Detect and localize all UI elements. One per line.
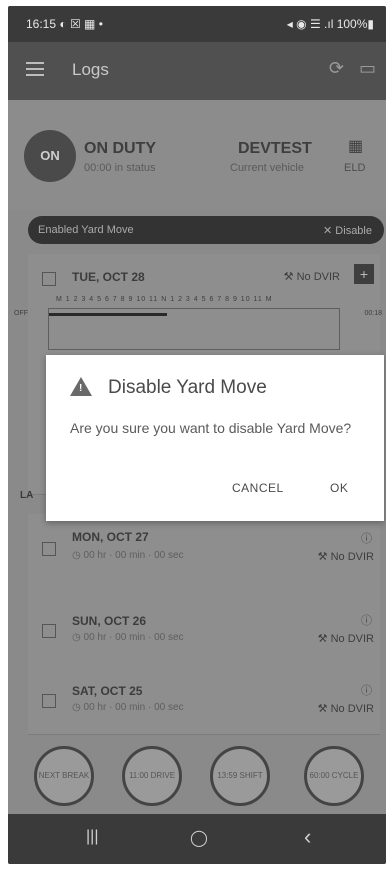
dvir-status: ⚒ No DVIR bbox=[283, 271, 340, 283]
menu-icon[interactable] bbox=[26, 62, 44, 76]
day-title: MON, OCT 27 bbox=[72, 530, 149, 544]
day-checkbox[interactable] bbox=[42, 272, 56, 286]
day-title: TUE, OCT 28 bbox=[72, 270, 145, 284]
wrench-icon: ⚒ bbox=[317, 703, 331, 715]
ok-button[interactable]: OK bbox=[330, 481, 348, 495]
day-title: SAT, OCT 25 bbox=[72, 684, 143, 698]
graph-off-label: OFF bbox=[14, 310, 28, 317]
wrench-icon: ⚒ bbox=[317, 633, 331, 645]
day-duration: ◷ 00 hr · 00 min · 00 sec bbox=[72, 632, 184, 643]
add-dvir-icon[interactable]: + bbox=[354, 264, 374, 284]
dialog-message: Are you sure you want to disable Yard Mo… bbox=[70, 420, 352, 436]
day-card[interactable]: MON, OCT 27 ◷ 00 hr · 00 min · 00 sec ⓘ … bbox=[28, 514, 380, 595]
wrench-icon: ⚒ bbox=[283, 271, 297, 283]
dvir-status: ⚒ No DVIR bbox=[317, 551, 374, 563]
yard-move-status: Enabled Yard Move bbox=[38, 224, 134, 236]
yard-move-bar: Enabled Yard Move ✕ Disable bbox=[28, 216, 384, 244]
wrench-icon: ⚒ bbox=[317, 551, 331, 563]
duty-status-header: ON ON DUTY 00:00 in status DEVTEST Curre… bbox=[8, 100, 386, 210]
next-break-timer[interactable]: NEXT BREAK bbox=[34, 746, 94, 806]
dialog-title: Disable Yard Move bbox=[108, 377, 267, 398]
recents-button[interactable]: ||| bbox=[86, 828, 98, 846]
app-bar: Logs ⟳ ▭ bbox=[8, 42, 386, 100]
status-time: 16:15 ◐ ☒ ▦ • bbox=[26, 17, 103, 31]
home-button[interactable]: ◯ bbox=[190, 828, 208, 848]
day-checkbox[interactable] bbox=[42, 624, 56, 638]
dvir-status: ⚒ No DVIR bbox=[317, 703, 374, 715]
day-title: SUN, OCT 26 bbox=[72, 614, 147, 628]
vehicle-label: Current vehicle bbox=[230, 162, 304, 174]
page-title: Logs bbox=[72, 60, 109, 79]
status-icons: ◂ ◉ ☰ .ıl 100%▮ bbox=[286, 17, 374, 31]
day-card[interactable]: SAT, OCT 25 ◷ 00 hr · 00 min · 00 sec ⓘ … bbox=[28, 664, 380, 735]
inbox-icon[interactable]: ▭ bbox=[359, 58, 376, 79]
eld-label: ELD bbox=[344, 162, 366, 174]
disable-yard-move-button[interactable]: ✕ Disable bbox=[323, 224, 372, 237]
drive-timer[interactable]: 11:00 DRIVE bbox=[122, 746, 182, 806]
day-duration: ◷ 00 hr · 00 min · 00 sec bbox=[72, 550, 184, 561]
system-nav-bar: ||| ◯ ‹ bbox=[8, 814, 386, 864]
dvir-status: ⚒ No DVIR bbox=[317, 633, 374, 645]
eld-icon[interactable]: ▦ bbox=[348, 136, 363, 156]
back-button[interactable]: ‹ bbox=[304, 824, 311, 850]
info-icon[interactable]: ⓘ bbox=[361, 682, 372, 698]
phone-screen: 16:15 ◐ ☒ ▦ • ◂ ◉ ☰ .ıl 100%▮ Logs ⟳ ▭ O… bbox=[8, 6, 386, 864]
duty-status-name: ON DUTY bbox=[84, 140, 156, 157]
day-checkbox[interactable] bbox=[42, 694, 56, 708]
day-duration: ◷ 00 hr · 00 min · 00 sec bbox=[72, 702, 184, 713]
status-bar: 16:15 ◐ ☒ ▦ • ◂ ◉ ☰ .ıl 100%▮ bbox=[8, 6, 386, 42]
duty-graph bbox=[48, 308, 340, 350]
day-card[interactable]: SUN, OCT 26 ◷ 00 hr · 00 min · 00 sec ⓘ … bbox=[28, 594, 380, 665]
info-icon[interactable]: ⓘ bbox=[361, 530, 372, 546]
duty-status-time: 00:00 in status bbox=[84, 162, 156, 174]
graph-off-duty-line bbox=[49, 313, 167, 316]
sync-icon[interactable]: ⟳ bbox=[329, 58, 344, 79]
graph-hour-labels: M 1 2 3 4 5 6 7 8 9 10 11 N 1 2 3 4 5 6 … bbox=[56, 296, 273, 303]
cycle-timer[interactable]: 60:00 CYCLE bbox=[304, 746, 364, 806]
duty-status-badge[interactable]: ON bbox=[24, 130, 76, 182]
graph-total: 00:18 bbox=[364, 310, 382, 317]
cancel-button[interactable]: CANCEL bbox=[232, 481, 284, 495]
day-checkbox[interactable] bbox=[42, 542, 56, 556]
hidden-label: LA bbox=[20, 490, 34, 501]
shift-timer[interactable]: 13:59 SHIFT bbox=[210, 746, 270, 806]
info-icon[interactable]: ⓘ bbox=[361, 612, 372, 628]
vehicle-name[interactable]: DEVTEST bbox=[238, 140, 312, 158]
disable-yard-move-dialog: ! Disable Yard Move Are you sure you wan… bbox=[46, 355, 384, 521]
